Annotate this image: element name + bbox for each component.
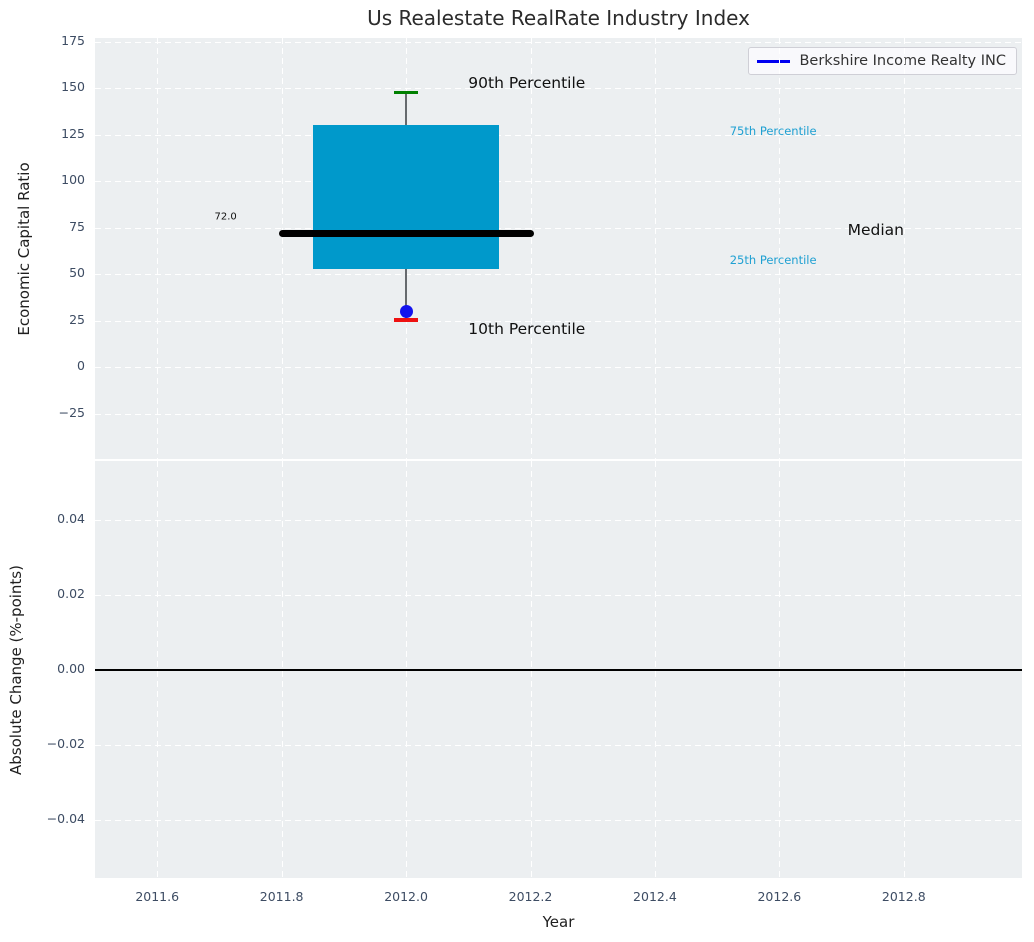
annotation-25th-percentile: 25th Percentile <box>729 253 817 268</box>
y-tick-label-top: 150 <box>61 79 85 95</box>
gridline-h <box>95 744 1022 746</box>
gridline-h <box>95 413 1022 415</box>
x-axis-label: Year <box>542 913 575 931</box>
y-tick-label-bottom: −0.04 <box>46 810 85 826</box>
gridline-v <box>903 38 905 459</box>
annotation-72-0: 72.0 <box>214 211 237 223</box>
boxplot-cap-90th-percentile <box>394 90 419 94</box>
legend: Berkshire Income Realty INC <box>748 47 1017 75</box>
y-tick-label-top: 25 <box>69 311 85 327</box>
x-tick-label: 2012.6 <box>757 889 802 904</box>
y-tick-label-bottom: −0.02 <box>46 735 85 751</box>
annotation-90th-percentile: 90th Percentile <box>468 73 586 92</box>
y-tick-label-top: 0 <box>77 358 85 374</box>
chart-title: Us Realestate RealRate Industry Index <box>367 6 750 30</box>
company-value-dot <box>399 304 413 318</box>
x-tick-label: 2011.6 <box>135 889 180 904</box>
y-tick-label-top: −25 <box>58 404 85 420</box>
boxplot-median-line <box>278 229 534 237</box>
gridline-v <box>779 38 781 459</box>
gridline-h <box>95 181 1022 183</box>
y-axis-label-top: Economic Capital Ratio <box>15 161 33 336</box>
gridline-v <box>157 38 159 459</box>
x-tick-label: 2012.4 <box>633 889 677 904</box>
legend-line-swatch <box>757 59 791 63</box>
y-tick-label-top: 50 <box>69 265 85 281</box>
chart-figure: Us Realestate RealRate Industry Index Be… <box>0 0 1034 942</box>
x-tick-label: 2012.8 <box>881 889 926 904</box>
gridline-h <box>95 594 1022 596</box>
gridline-v <box>530 38 532 459</box>
gridline-v <box>281 38 283 459</box>
boxplot-box-iqr <box>312 125 500 269</box>
y-tick-label-bottom: 0.02 <box>57 585 85 601</box>
x-tick-label: 2011.8 <box>259 889 304 904</box>
gridline-h <box>95 819 1022 821</box>
gridline-h <box>95 274 1022 276</box>
gridline-h <box>95 367 1022 369</box>
x-tick-label: 2012.0 <box>384 889 428 904</box>
gridline-v <box>654 38 656 459</box>
zero-reference-line <box>95 668 1022 671</box>
gridline-h <box>95 519 1022 521</box>
bottom-panel-absolute-change <box>95 461 1022 878</box>
top-panel-economic-capital-ratio: Berkshire Income Realty INC 90th Percent… <box>95 38 1022 459</box>
annotation-10th-percentile: 10th Percentile <box>468 320 586 339</box>
boxplot-cap-10th-percentile <box>394 317 419 322</box>
y-tick-label-top: 75 <box>69 218 85 234</box>
y-tick-label-top: 175 <box>61 32 85 48</box>
gridline-h <box>95 134 1022 136</box>
gridline-h <box>95 41 1022 43</box>
x-tick-label: 2012.2 <box>508 889 553 904</box>
annotation-median: Median <box>847 221 904 240</box>
y-tick-label-bottom: 0.00 <box>57 660 85 676</box>
legend-label: Berkshire Income Realty INC <box>799 53 1006 69</box>
y-tick-label-top: 125 <box>61 125 85 141</box>
annotation-75th-percentile: 75th Percentile <box>729 123 817 138</box>
y-tick-label-bottom: 0.04 <box>57 510 85 526</box>
y-tick-label-top: 100 <box>61 172 85 188</box>
